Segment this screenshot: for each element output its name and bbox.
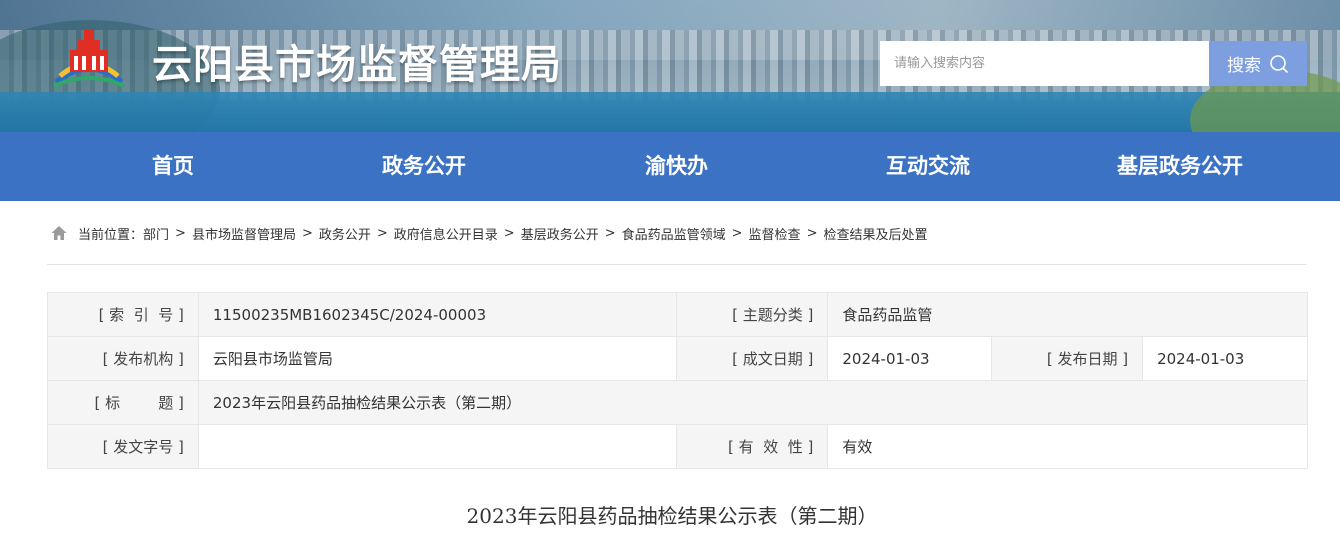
validity-value: 有效: [827, 424, 1308, 469]
topic-category-label: [ 主题分类 ]: [676, 292, 829, 337]
breadcrumb-item[interactable]: 监督检查: [749, 224, 801, 243]
document-number-value: [197, 424, 678, 469]
title-label: [ 标 题 ]: [47, 380, 199, 425]
table-row: [ 发文字号 ] [ 有 效 性 ] 有效: [47, 424, 1308, 469]
topic-category-value: 食品药品监管: [827, 292, 1308, 337]
table-row: [ 标 题 ] 2023年云阳县药品抽检结果公示表（第二期）: [47, 380, 1309, 425]
breadcrumb-item[interactable]: 食品药品监管领域: [622, 224, 726, 243]
breadcrumb-item[interactable]: 检查结果及后处置: [823, 224, 927, 243]
validity-label: [ 有 效 性 ]: [676, 424, 829, 469]
home-icon: [51, 226, 67, 240]
breadcrumb-item[interactable]: 部门: [143, 224, 169, 243]
title-value: 2023年云阳县药品抽检结果公示表（第二期）: [197, 380, 1309, 425]
index-number-label: [ 索 引 号 ]: [47, 292, 199, 337]
banner-river: [0, 92, 1340, 132]
breadcrumb-separator: >: [806, 225, 818, 241]
breadcrumb-divider: [47, 264, 1307, 265]
nav-item-grassroots-affairs[interactable]: 基层政务公开: [1117, 132, 1243, 201]
written-date-label: [ 成文日期 ]: [676, 336, 829, 381]
breadcrumb-item[interactable]: 基层政务公开: [521, 224, 599, 243]
table-row: [ 发布机构 ] 云阳县市场监管局 [ 成文日期 ] 2024-01-03 [ …: [47, 336, 1308, 381]
publisher-label: [ 发布机构 ]: [47, 336, 199, 381]
header-banner: 云阳县市场监督管理局 请输入搜索内容 搜索: [0, 0, 1340, 132]
breadcrumb-item[interactable]: 政务公开: [319, 224, 371, 243]
nav-item-government-affairs[interactable]: 政务公开: [382, 132, 466, 201]
index-number-value: 11500235MB1602345C/2024-00003: [197, 292, 678, 337]
breadcrumb-item[interactable]: 县市场监督管理局: [192, 224, 296, 243]
site-title[interactable]: 云阳县市场监督管理局: [152, 32, 562, 90]
breadcrumb-separator: >: [175, 225, 186, 241]
nav-item-yukuaiban[interactable]: 渝快办: [645, 132, 708, 201]
written-date-value: 2024-01-03: [827, 336, 993, 381]
breadcrumb-item[interactable]: 政府信息公开目录: [394, 224, 498, 243]
nav-item-home[interactable]: 首页: [152, 132, 194, 201]
nav-item-interaction[interactable]: 互动交流: [886, 132, 970, 201]
breadcrumb-separator: >: [731, 225, 743, 241]
publisher-value: 云阳县市场监管局: [197, 336, 678, 381]
breadcrumb-separator: >: [503, 225, 515, 241]
document-info-table: [ 索 引 号 ] 11500235MB1602345C/2024-00003 …: [47, 292, 1309, 469]
breadcrumb: 当前位置： 部门 > 县市场监督管理局 > 政务公开 > 政府信息公开目录 > …: [50, 222, 927, 244]
breadcrumb-prefix: 当前位置：: [78, 227, 144, 243]
table-row: [ 索 引 号 ] 11500235MB1602345C/2024-00003 …: [47, 292, 1308, 337]
main-nav: 首页 政务公开 渝快办 互动交流 基层政务公开: [0, 132, 1340, 201]
government-emblem-icon[interactable]: [50, 26, 128, 88]
search-button[interactable]: 搜索: [1209, 41, 1307, 86]
breadcrumb-separator: >: [604, 225, 616, 241]
breadcrumb-separator: >: [376, 225, 388, 241]
published-date-label: [ 发布日期 ]: [991, 336, 1144, 381]
document-number-label: [ 发文字号 ]: [47, 424, 199, 469]
published-date-value: 2024-01-03: [1142, 336, 1308, 381]
breadcrumb-separator: >: [301, 225, 313, 241]
document-title: 2023年云阳县药品抽检结果公示表（第二期）: [466, 504, 878, 528]
search-icon: [1270, 54, 1289, 73]
search-input[interactable]: 请输入搜索内容: [880, 41, 1210, 86]
search-button-label: 搜索: [1227, 56, 1261, 76]
